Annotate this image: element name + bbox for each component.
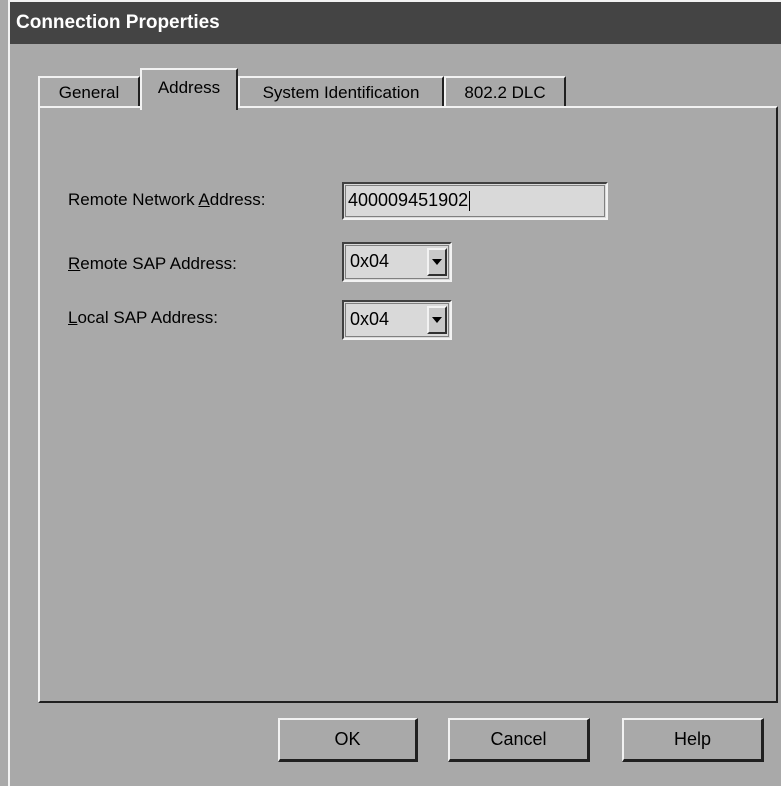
connection-properties-dialog: Connection Properties General Address Sy…	[8, 0, 781, 786]
cancel-button[interactable]: Cancel	[448, 718, 590, 762]
remote-network-address-label: Remote Network Address:	[68, 190, 266, 209]
tab-address[interactable]: Address	[140, 68, 238, 110]
local-sap-address-select[interactable]: 0x04	[342, 300, 452, 340]
remote-network-address-input[interactable]: 400009451902	[342, 182, 608, 220]
address-tab-panel: Remote Network Address: 400009451902 Rem…	[38, 106, 778, 703]
remote-network-address-value: 400009451902	[348, 190, 469, 210]
tab-general[interactable]: General	[38, 76, 140, 108]
chevron-down-icon[interactable]	[427, 248, 447, 276]
remote-sap-address-select[interactable]: 0x04	[342, 242, 452, 282]
tab-strip: General Address System Identification 80…	[38, 68, 778, 110]
remote-sap-address-value: 0x04	[350, 251, 390, 271]
help-button[interactable]: Help	[622, 718, 764, 762]
tab-802-2-dlc[interactable]: 802.2 DLC	[444, 76, 566, 108]
text-cursor	[469, 191, 471, 212]
local-sap-address-label: Local SAP Address:	[68, 308, 218, 327]
ok-button[interactable]: OK	[278, 718, 418, 762]
local-sap-address-value: 0x04	[350, 309, 390, 329]
dialog-title: Connection Properties	[10, 2, 781, 44]
remote-sap-address-label: Remote SAP Address:	[68, 254, 237, 273]
chevron-down-icon[interactable]	[427, 306, 447, 334]
tab-system-identification[interactable]: System Identification	[238, 76, 444, 108]
